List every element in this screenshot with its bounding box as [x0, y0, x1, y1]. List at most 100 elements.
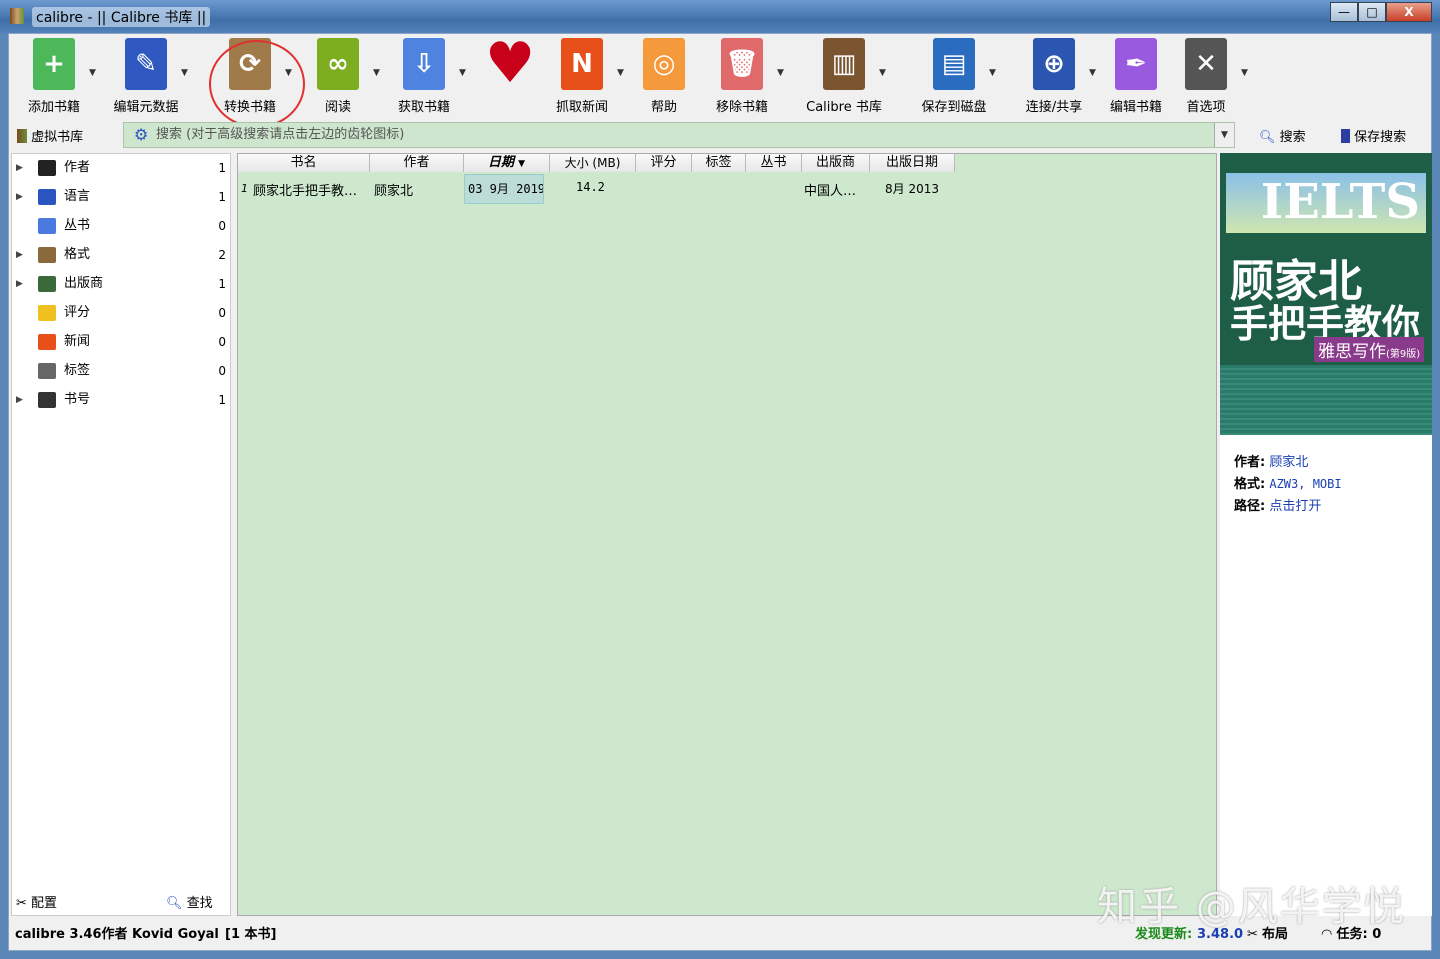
category-count: 1 [218, 393, 226, 407]
column-header-2[interactable]: 日期 ▼ [464, 154, 550, 172]
cell-publisher[interactable]: 中国人… [804, 180, 856, 199]
series-icon [38, 218, 56, 234]
publisher-icon [38, 276, 56, 292]
jobs-button[interactable]: ◠ 任务: 0 [1321, 920, 1381, 950]
author-link[interactable]: 顾家北 [1269, 455, 1308, 470]
help-lifebuoy-icon: ◎ [643, 38, 685, 90]
column-header-7[interactable]: 出版商 [802, 154, 870, 172]
toolbar-button-1[interactable]: ✎ 编辑元数据 [101, 38, 191, 115]
tag-category-5[interactable]: 评分 0 [12, 299, 230, 327]
cover-blurb [1220, 365, 1432, 435]
cell-pubdate[interactable]: 8月 2013 [885, 180, 939, 197]
toolbar-dropdown-arrow[interactable]: ▼ [1241, 68, 1248, 78]
maximize-button[interactable]: □ [1358, 2, 1386, 22]
toolbar-button-3[interactable]: ∞ 阅读 [293, 38, 383, 115]
column-label: 出版日期 [885, 155, 938, 170]
close-button[interactable]: X [1386, 2, 1432, 22]
edit-metadata-icon: ✎ [125, 38, 167, 90]
column-header-5[interactable]: 标签 [692, 154, 746, 172]
gear-icon[interactable]: ⚙ [134, 123, 148, 147]
toolbar-button-10[interactable]: ▤ 保存到磁盘 [909, 38, 999, 115]
toolbar-dropdown-arrow[interactable]: ▼ [89, 68, 96, 78]
virtual-library-button[interactable]: 虚拟书库 [17, 126, 83, 145]
save-search-button[interactable]: 保存搜索 [1341, 126, 1406, 145]
tag-category-6[interactable]: 新闻 0 [12, 328, 230, 356]
category-count: 1 [218, 277, 226, 291]
formats-link[interactable]: AZW3, MOBI [1269, 477, 1341, 491]
toolbar-label: Calibre 书库 [806, 100, 882, 115]
search-input[interactable]: ⚙ 搜索 (对于高级搜索请点击左边的齿轮图标) ▼ [123, 122, 1235, 148]
toolbar-dropdown-arrow[interactable]: ▼ [777, 68, 784, 78]
column-label: 作者 [403, 155, 430, 170]
preferences-icon: ✕ [1185, 38, 1227, 90]
tag-category-1[interactable]: ▶ 语言 1 [12, 183, 230, 211]
configure-label: 配置 [31, 896, 58, 911]
column-header-3[interactable]: 大小 (MB) [550, 154, 636, 172]
main-window: + 添加书籍 ▼ ✎ 编辑元数据 ▼ ⟳ 转换书籍 ▼ ∞ 阅读 ▼ ⇩ 获取书籍 ▼ ♥ N 抓取新闻 ▼ ◎ 帮助 🗑… [8, 33, 1432, 951]
update-version-link[interactable]: 3.48.0 [1197, 920, 1243, 950]
tag-category-4[interactable]: ▶ 出版商 1 [12, 270, 230, 298]
configure-button[interactable]: ✂ 配置 [16, 892, 57, 911]
tag-category-7[interactable]: 标签 0 [12, 357, 230, 385]
toolbar-button-8[interactable]: 🗑 移除书籍 [697, 38, 787, 115]
search-history-dropdown[interactable]: ▼ [1214, 123, 1234, 147]
category-label: 新闻 [64, 334, 91, 349]
cover-title-en: IELTS [1226, 173, 1426, 233]
book-cover[interactable]: IELTS 顾家北 手把手教你 雅思写作(第9版) [1220, 153, 1432, 435]
toolbar-button-6[interactable]: N 抓取新闻 [537, 38, 627, 115]
expand-arrow-icon[interactable]: ▶ [16, 270, 23, 298]
tag-category-3[interactable]: ▶ 格式 2 [12, 241, 230, 269]
cell-author[interactable]: 顾家北 [374, 180, 413, 199]
column-header-6[interactable]: 丛书 [746, 154, 802, 172]
column-header-8[interactable]: 出版日期 [870, 154, 955, 172]
expand-arrow-icon[interactable]: ▶ [16, 241, 23, 269]
search-button[interactable]: 🔍︎ 搜索 [1259, 126, 1306, 145]
toolbar-button-4[interactable]: ⇩ 获取书籍 [379, 38, 469, 115]
toolbar-dropdown-arrow[interactable]: ▼ [181, 68, 188, 78]
toolbar-button-13[interactable]: ✕ 首选项 [1161, 38, 1251, 115]
search-placeholder: 搜索 (对于高级搜索请点击左边的齿轮图标) [156, 127, 405, 142]
highlight-circle [209, 40, 305, 128]
expand-arrow-icon[interactable]: ▶ [16, 183, 23, 211]
category-count: 1 [218, 190, 226, 204]
cell-size[interactable]: 14.2 [576, 180, 605, 194]
toolbar-label: 获取书籍 [397, 100, 450, 115]
tag-icon [38, 363, 56, 379]
category-label: 标签 [64, 363, 91, 378]
tools-icon: ✂ [16, 896, 27, 911]
tools-icon: ✂ [1247, 927, 1258, 942]
column-header-1[interactable]: 作者 [370, 154, 464, 172]
tag-category-0[interactable]: ▶ 作者 1 [12, 154, 230, 182]
category-label: 出版商 [64, 276, 104, 291]
library-icon: ▥ [823, 38, 865, 90]
layout-button[interactable]: ✂ 布局 [1247, 920, 1288, 950]
expand-arrow-icon[interactable]: ▶ [16, 154, 23, 182]
toolbar-label: 连接/共享 [1025, 100, 1083, 115]
toolbar-dropdown-arrow[interactable]: ▼ [989, 68, 996, 78]
minimize-button[interactable]: — [1330, 2, 1358, 22]
category-label: 丛书 [64, 218, 91, 233]
update-label: 发现更新: [1135, 927, 1193, 942]
path-link[interactable]: 点击打开 [1269, 499, 1321, 514]
cell-title[interactable]: 顾家北手把手教… [253, 180, 371, 199]
category-label: 书号 [64, 392, 91, 407]
cell-date[interactable]: 03 9月 2019 [464, 174, 544, 204]
author-label: 作者: [1234, 455, 1266, 470]
find-button[interactable]: 🔍︎ 查找 [166, 892, 213, 911]
column-header-0[interactable]: 书名 [238, 154, 370, 172]
tag-category-8[interactable]: ▶ 书号 1 [12, 386, 230, 414]
language-icon [38, 189, 56, 205]
column-label: 评分 [650, 155, 677, 170]
toolbar-dropdown-arrow[interactable]: ▼ [879, 68, 886, 78]
toolbar-button-7[interactable]: ◎ 帮助 [619, 38, 709, 115]
tag-browser: ▶ 作者 1 ▶ 语言 1 丛书 0 ▶ 格式 2 ▶ 出版商 1 评分 0 新闻 0 标签 0 ▶ 书号 1 ✂ 配置 🔍… [11, 153, 231, 916]
title-bar: calibre - || Calibre 书库 || — □ X [0, 0, 1440, 34]
toolbar-button-0[interactable]: + 添加书籍 [9, 38, 99, 115]
save-disk-icon: ▤ [933, 38, 975, 90]
sort-arrow-icon: ▼ [518, 159, 526, 169]
toolbar-button-9[interactable]: ▥ Calibre 书库 [799, 38, 889, 115]
expand-arrow-icon[interactable]: ▶ [16, 386, 23, 414]
tag-category-2[interactable]: 丛书 0 [12, 212, 230, 240]
toolbar-button-11[interactable]: ⊕ 连接/共享 [1009, 38, 1099, 115]
column-header-4[interactable]: 评分 [636, 154, 692, 172]
